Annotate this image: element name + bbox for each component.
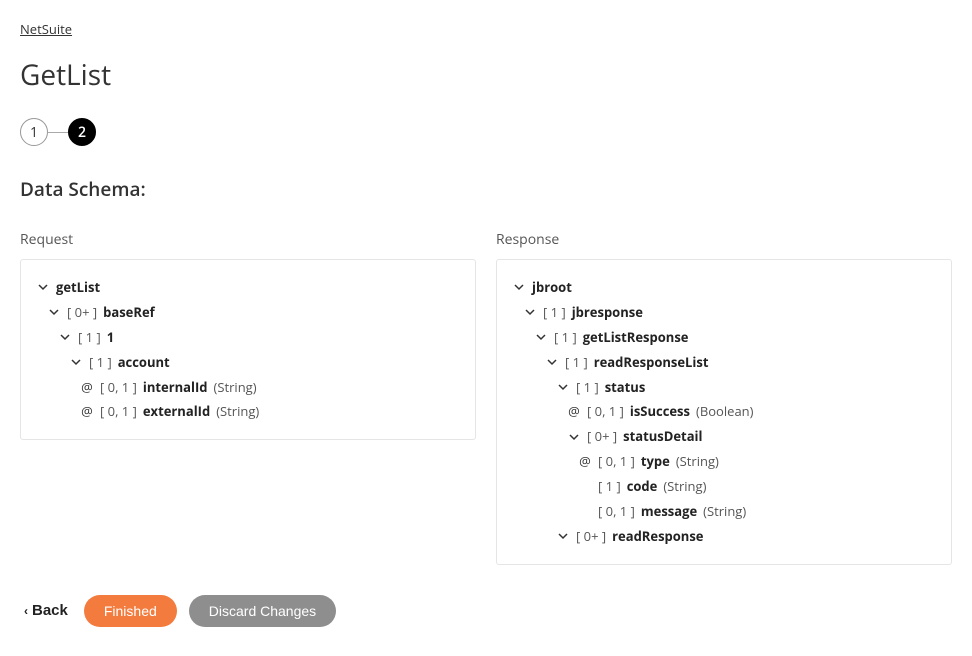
step-2[interactable]: 2 [68,118,96,146]
back-label: Back [32,602,68,619]
tree-node[interactable]: [ 1 ] readResponseList [509,350,939,375]
node-type: (String) [676,453,719,470]
tree-node[interactable]: [ 1 ] 1 [33,325,463,350]
section-title: Data Schema: [20,176,952,202]
tree-node: @ [ 0, 1 ] externalId (String) [33,399,463,424]
chevron-down-icon[interactable] [534,330,548,344]
node-name: getListResponse [583,329,689,346]
node-name: getList [56,279,100,296]
chevron-down-icon[interactable] [58,330,72,344]
chevron-down-icon[interactable] [556,380,570,394]
tree-node: @ [ 0, 1 ] type (String) [509,449,939,474]
tree-node[interactable]: [ 0+ ] readResponse [509,524,939,549]
node-name: externalId [143,403,210,420]
breadcrumb-link-netsuite[interactable]: NetSuite [20,20,72,38]
back-button[interactable]: ‹ Back [20,596,72,625]
cardinality: [ 1 ] [554,329,577,346]
node-name: readResponseList [594,354,709,371]
node-type: (String) [703,503,746,520]
cardinality: [ 0+ ] [67,304,97,321]
node-type: (String) [663,478,706,495]
discard-button[interactable]: Discard Changes [189,595,336,627]
node-name: statusDetail [623,428,702,445]
tree-node[interactable]: [ 0+ ] baseRef [33,300,463,325]
chevron-down-icon[interactable] [36,280,50,294]
node-name: 1 [107,329,114,346]
cardinality: [ 0, 1 ] [100,403,137,420]
cardinality: [ 0, 1 ] [598,503,635,520]
cardinality: [ 0+ ] [576,528,606,545]
chevron-down-icon[interactable] [545,355,559,369]
tree-node: @ [ 0, 1 ] internalId (String) [33,375,463,400]
node-type: (String) [214,379,257,396]
node-name: internalId [143,379,208,396]
node-name: type [641,453,670,470]
tree-node: [ 1 ] code (String) [509,474,939,499]
finished-button[interactable]: Finished [84,595,177,627]
cardinality: [ 0, 1 ] [598,453,635,470]
step-1[interactable]: 1 [20,118,48,146]
tree-node: @ [ 0, 1 ] isSuccess (Boolean) [509,399,939,424]
node-name: account [118,354,170,371]
cardinality: [ 1 ] [576,379,599,396]
node-type: (String) [216,403,259,420]
stepper: 1 2 [20,118,952,146]
cardinality: [ 1 ] [78,329,101,346]
response-label: Response [496,230,952,249]
tree-node[interactable]: [ 1 ] status [509,375,939,400]
cardinality: [ 1 ] [543,304,566,321]
node-name: jbroot [532,279,572,296]
cardinality: [ 1 ] [565,354,588,371]
attribute-icon: @ [80,403,94,420]
tree-node: [ 0, 1 ] message (String) [509,499,939,524]
cardinality: [ 1 ] [598,478,621,495]
attribute-icon: @ [80,379,94,396]
node-name: readResponse [612,528,703,545]
step-connector [48,132,68,133]
chevron-down-icon[interactable] [47,305,61,319]
tree-node[interactable]: [ 1 ] getListResponse [509,325,939,350]
tree-node[interactable]: [ 1 ] jbresponse [509,300,939,325]
chevron-down-icon[interactable] [567,430,581,444]
node-type: (Boolean) [696,403,753,420]
cardinality: [ 0, 1 ] [587,403,624,420]
page-title: GetList [20,56,952,94]
tree-node[interactable]: jbroot [509,275,939,300]
node-name: jbresponse [572,304,643,321]
chevron-down-icon[interactable] [556,529,570,543]
chevron-down-icon[interactable] [523,305,537,319]
attribute-icon: @ [578,453,592,470]
chevron-down-icon[interactable] [512,280,526,294]
cardinality: [ 1 ] [89,354,112,371]
request-panel: getList[ 0+ ]baseRef[ 1 ]1[ 1 ]account@[… [20,259,476,440]
attribute-icon: @ [567,403,581,420]
request-label: Request [20,230,476,249]
response-panel: jbroot [ 1 ] jbresponse [ 1 ] getListRespons… [496,259,952,565]
node-name: status [605,379,646,396]
breadcrumb: NetSuite [20,20,952,38]
tree-node[interactable]: getList [33,275,463,300]
tree-node[interactable]: [ 1 ] account [33,350,463,375]
node-name: message [641,503,697,520]
footer-actions: ‹ Back Finished Discard Changes [20,595,952,627]
chevron-left-icon: ‹ [24,604,28,618]
node-name: code [627,478,658,495]
cardinality: [ 0+ ] [587,428,617,445]
chevron-down-icon[interactable] [69,355,83,369]
tree-node[interactable]: [ 0+ ] statusDetail [509,424,939,449]
cardinality: [ 0, 1 ] [100,379,137,396]
node-name: baseRef [103,304,155,321]
node-name: isSuccess [630,403,690,420]
